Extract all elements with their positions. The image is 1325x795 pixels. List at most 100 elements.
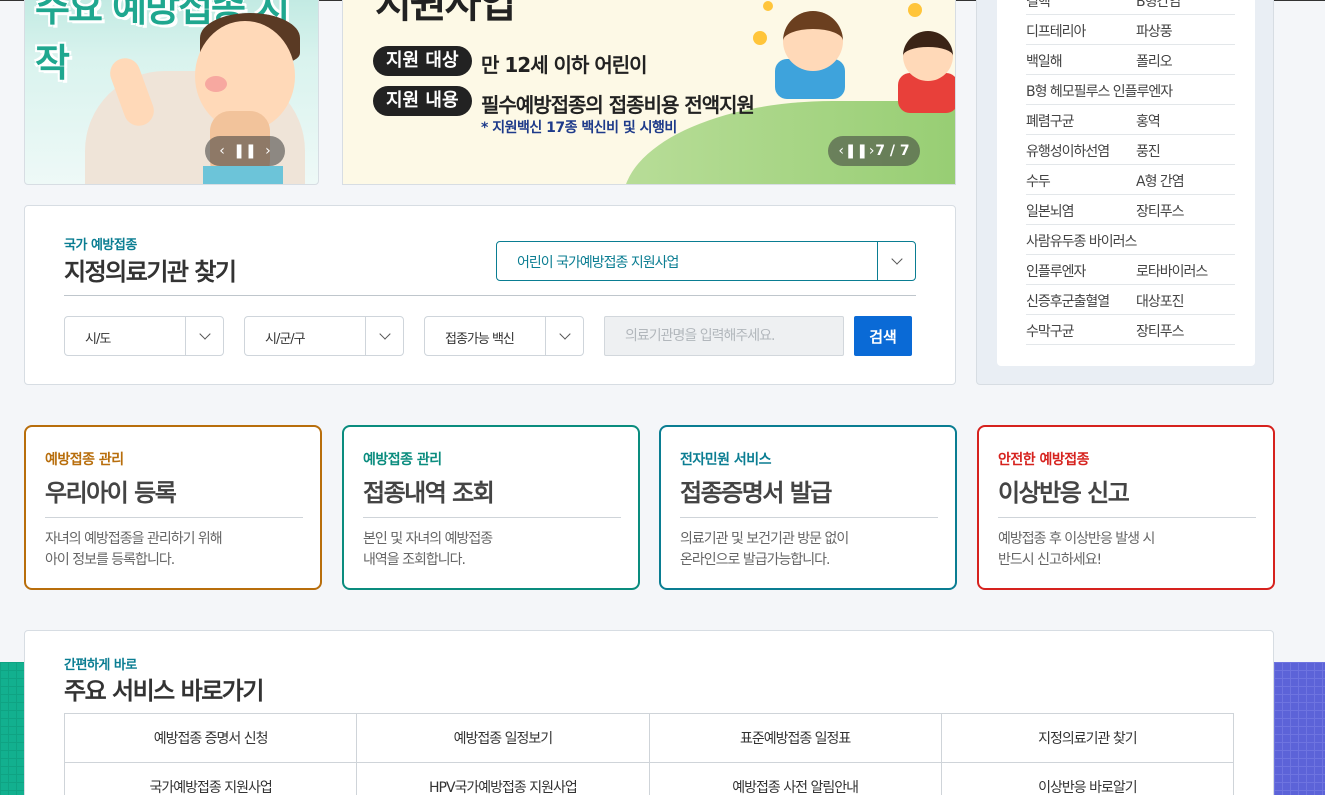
banner-left-controls: ‹ ❚❚ › xyxy=(205,136,285,166)
disease-row: 백일해 폴리오 xyxy=(1026,45,1235,75)
baby-cheek-illustration xyxy=(205,76,227,92)
decorative-pattern-left xyxy=(0,662,24,795)
disease-name: 사람유두종 바이러스 xyxy=(1026,234,1137,250)
service-card[interactable]: 예방접종 관리접종내역 조회본인 및 자녀의 예방접종내역을 조회합니다. xyxy=(342,425,640,590)
card-description: 본인 및 자녀의 예방접종내역을 조회합니다. xyxy=(363,529,493,571)
disease-row: 사람유두종 바이러스 xyxy=(1026,225,1235,255)
sido-select[interactable]: 시/도 xyxy=(64,316,224,356)
quick-link[interactable]: 예방접종 사전 알림안내 xyxy=(650,763,942,795)
disease-name: 유행성이하선염 xyxy=(1026,144,1110,160)
chevron-down-icon[interactable] xyxy=(877,242,915,280)
disease-name: 파상풍 xyxy=(1136,24,1173,40)
prev-arrow-icon[interactable]: ‹ xyxy=(838,143,844,159)
flower-icon xyxy=(763,1,773,11)
chevron-down-icon[interactable] xyxy=(545,317,583,355)
quick-link[interactable]: HPV국가예방접종 지원사업 xyxy=(357,763,650,795)
sido-select-value: 시/도 xyxy=(85,332,111,347)
next-arrow-icon[interactable]: › xyxy=(869,143,875,159)
card-title: 접종증명서 발급 xyxy=(680,479,832,507)
disease-row: 신증후군출혈열 대상포진 xyxy=(1026,285,1235,315)
quick-link[interactable]: 지정의료기관 찾기 xyxy=(941,714,1234,763)
card-description: 자녀의 예방접종을 관리하기 위해 아이 정보를 등록합니다. xyxy=(45,529,223,571)
card-divider xyxy=(363,517,621,518)
next-arrow-icon[interactable]: › xyxy=(265,143,271,159)
card-title: 접종내역 조회 xyxy=(363,479,495,507)
disease-name: 장티푸스 xyxy=(1136,324,1185,340)
disease-row: 수막구균 장티푸스 xyxy=(1026,315,1235,345)
pause-icon[interactable]: ❚❚ xyxy=(845,143,868,159)
quick-link[interactable]: 국가예방접종 지원사업 xyxy=(65,763,358,795)
quick-link[interactable]: 예방접종 증명서 신청 xyxy=(65,714,358,763)
disease-name: 홍역 xyxy=(1136,114,1161,130)
disease-name: 수막구균 xyxy=(1026,324,1075,340)
banner-left[interactable]: 주요 예방접종 시작 ‹ ❚❚ › xyxy=(24,0,319,185)
service-card[interactable]: 예방접종 관리우리아이 등록자녀의 예방접종을 관리하기 위해 아이 정보를 등록… xyxy=(24,425,322,590)
search-subtitle: 국가 예방접종 xyxy=(64,238,137,253)
banner-main[interactable]: 지원사업 지원 대상 만 12세 이하 어린이 지원 내용 필수예방접종의 접종… xyxy=(342,0,956,185)
disease-row: 일본뇌염 장티푸스 xyxy=(1026,195,1235,225)
girl-head-illustration xyxy=(903,31,953,81)
sigungu-select[interactable]: 시/군/구 xyxy=(244,316,404,356)
disease-name: 로타바이러스 xyxy=(1136,264,1208,280)
prev-arrow-icon[interactable]: ‹ xyxy=(219,143,225,159)
card-divider xyxy=(680,517,938,518)
vaccine-select-value: 접종가능 백신 xyxy=(445,332,515,347)
quick-links-grid: 예방접종 증명서 신청 예방접종 일정보기 표준예방접종 일정표 지정의료기관 찾기국… xyxy=(64,713,1234,795)
program-select-value: 어린이 국가예방접종 지원사업 xyxy=(517,255,679,271)
banner-main-title: 지원사업 xyxy=(375,0,516,27)
disease-row: 수두 A형 간염 xyxy=(1026,165,1235,195)
disease-row: 유행성이하선염 풍진 xyxy=(1026,135,1235,165)
disease-name: 결핵 xyxy=(1026,0,1051,10)
flower-icon xyxy=(908,3,922,17)
card-divider xyxy=(45,517,303,518)
service-card[interactable]: 전자민원 서비스 접종증명서 발급 의료기관 및 보건기관 방문 없이 온라인으로 발… xyxy=(659,425,957,590)
card-subtitle: 안전한 예방접종 xyxy=(998,452,1090,468)
search-button[interactable]: 검색 xyxy=(854,316,912,356)
program-select[interactable]: 어린이 국가예방접종 지원사업 xyxy=(496,241,916,281)
disease-name: B형간염 xyxy=(1136,0,1181,10)
target-pill: 지원 대상 xyxy=(373,46,472,76)
clinic-name-input[interactable] xyxy=(604,316,844,356)
disease-name: B형 헤모필루스 인플루엔자 xyxy=(1026,84,1173,100)
sigungu-select-value: 시/군/구 xyxy=(265,332,306,347)
vaccine-select[interactable]: 접종가능 백신 xyxy=(424,316,584,356)
disease-name: 신증후군출혈열 xyxy=(1026,294,1110,310)
card-description: 의료기관 및 보건기관 방문 없이 온라인으로 발급가능합니다. xyxy=(680,529,849,571)
card-description-line: 내역을 조회합니다. xyxy=(363,552,466,568)
card-subtitle: 예방접종 관리 xyxy=(45,452,124,468)
chevron-down-icon[interactable] xyxy=(365,317,403,355)
service-card[interactable]: 안전한 예방접종 이상반응 신고 예방접종 후 이상반응 발생 시 반드시 신고하세요… xyxy=(977,425,1275,590)
disease-name: 폐렴구균 xyxy=(1026,114,1075,130)
divider xyxy=(64,295,916,296)
disease-name: 수두 xyxy=(1026,174,1051,190)
disease-name: 인플루엔자 xyxy=(1026,264,1086,280)
search-title: 지정의료기관 찾기 xyxy=(64,258,237,286)
quick-link[interactable]: 예방접종 일정보기 xyxy=(357,714,650,763)
card-description-line: 반드시 신고하세요! xyxy=(998,552,1102,568)
disease-row: 폐렴구균 홍역 xyxy=(1026,105,1235,135)
quick-link[interactable]: 이상반응 바로알기 xyxy=(942,763,1234,795)
disease-name: 장티푸스 xyxy=(1136,204,1185,220)
disease-name: 디프테리아 xyxy=(1026,24,1086,40)
pause-icon[interactable]: ❚❚ xyxy=(233,143,256,159)
card-description-line: 본인 및 자녀의 예방접종 xyxy=(363,531,493,547)
card-description-line: 아이 정보를 등록합니다. xyxy=(45,552,175,568)
card-divider xyxy=(998,517,1256,518)
chevron-down-icon[interactable] xyxy=(185,317,223,355)
disease-list: 결핵 B형간염디프테리아 파상풍백일해 폴리오 B형 헤모필루스 인플루엔자폐렴구균 홍역… xyxy=(997,0,1255,366)
banner-main-controls: ‹ ❚❚ › 7 / 7 xyxy=(828,136,920,166)
card-subtitle: 예방접종 관리 xyxy=(363,452,442,468)
quick-links-title: 주요 서비스 바로가기 xyxy=(64,677,264,705)
card-title: 이상반응 신고 xyxy=(998,479,1130,507)
disease-row: 디프테리아 파상풍 xyxy=(1026,15,1235,45)
slide-counter: 7 / 7 xyxy=(875,143,910,159)
content-pill: 지원 내용 xyxy=(373,86,472,116)
quick-link[interactable]: 표준예방접종 일정표 xyxy=(649,714,942,763)
disease-name: 풍진 xyxy=(1136,144,1161,160)
flower-icon xyxy=(753,31,767,45)
card-title: 우리아이 등록 xyxy=(45,479,177,507)
banner-note: * 지원백신 17종 백신비 및 시행비 xyxy=(481,120,677,136)
disease-name: 폴리오 xyxy=(1136,54,1173,70)
disease-row: 인플루엔자 로타바이러스 xyxy=(1026,255,1235,285)
decorative-pattern-right xyxy=(1274,662,1325,795)
